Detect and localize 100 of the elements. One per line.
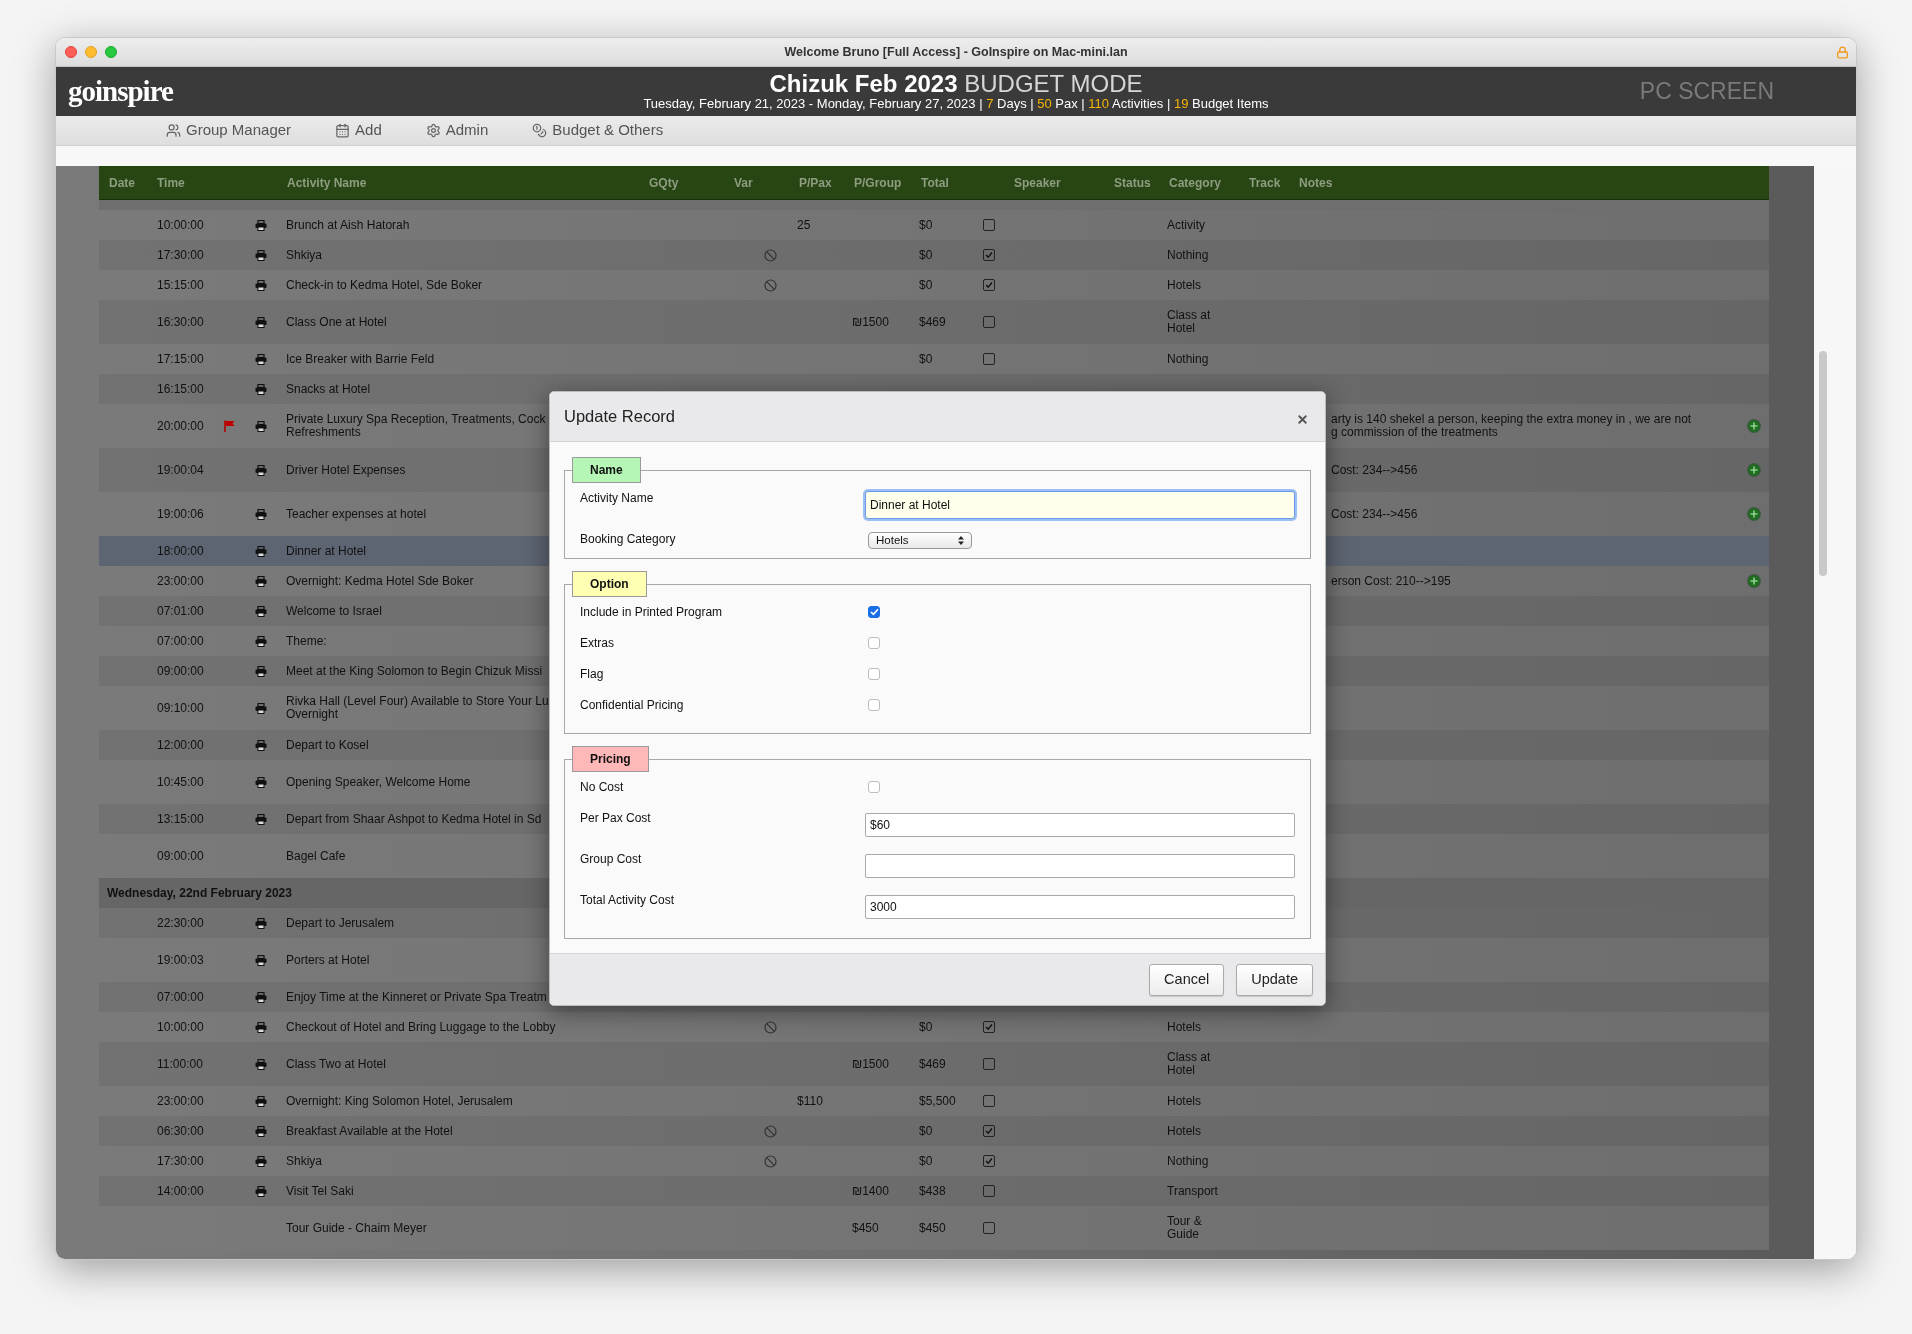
table-cell: 07:01:00 <box>157 603 204 618</box>
field-label: No Cost <box>580 779 625 795</box>
table-cell: 19:00:06 <box>157 506 204 521</box>
table-cell: 12:00:00 <box>157 737 204 752</box>
table-cell-text: Class at Hotel <box>1167 1051 1212 1077</box>
table-cell: 23:00:00 <box>157 573 204 588</box>
table-cell: 10:45:00 <box>157 774 204 789</box>
table-cell: Porters at Hotel <box>286 953 370 967</box>
table-cell-text: Transport <box>1167 1184 1219 1198</box>
table-cell-text: Hotels <box>1167 1124 1202 1138</box>
table-cell-text: Cost: 234-->456 <box>1331 463 1419 477</box>
table-cell: Theme: <box>286 634 327 648</box>
header-subtitle: Tuesday, February 21, 2023 - Monday, February 27, 2023 | 7 Days | 50 Pax | 110 Activities | 19 Budget Items <box>643 96 1269 112</box>
table-cell: 19:00:04 <box>157 462 204 477</box>
table-cell: Rivka Hall (Level Four) Available to Store Your Lu Overnight <box>286 695 549 721</box>
field-label: Extras <box>580 635 615 651</box>
table-cell: 19:00:03 <box>157 952 204 967</box>
table-cell: Dinner at Hotel <box>286 544 367 558</box>
table-cell: Driver Hotel Expenses <box>286 463 406 477</box>
table-cell: 09:00:00 <box>157 848 204 863</box>
table-cell: $5,500 <box>919 1093 956 1108</box>
table-cell: 14:00:00 <box>157 1183 204 1198</box>
table-cell: $0 <box>919 277 933 292</box>
header-title: Chizuk Feb 2023 BUDGET MODE <box>769 71 1143 96</box>
table-cell-text: erson Cost: 210-->195 <box>1331 574 1452 588</box>
table-cell: Overnight: King Solomon Hotel, Jerusalem <box>286 1094 513 1108</box>
table-cell: 16:30:00 <box>157 314 204 329</box>
table-cell: 16:15:00 <box>157 381 204 396</box>
table-cell: Breakfast Available at the Hotel <box>286 1124 453 1138</box>
table-cell-text: Nothing <box>1167 352 1210 366</box>
table-cell-text: Hotels <box>1167 1094 1202 1108</box>
field-label: Total Activity Cost <box>580 892 676 908</box>
table-cell: Class One at Hotel <box>286 315 387 329</box>
table-cell: Meet at the King Solomon to Begin Chizuk Missi <box>286 664 543 678</box>
table-cell: 22:30:00 <box>157 915 204 930</box>
table-cell: Class Two at Hotel <box>286 1057 386 1071</box>
table-cell: 17:30:00 <box>157 247 204 262</box>
table-cell: $0 <box>919 1019 933 1034</box>
table-cell: Depart from Shaar Ashpot to Kedma Hotel in Sd <box>286 812 542 826</box>
table-cell: $0 <box>919 217 933 232</box>
table-cell-text: Hotels <box>1167 278 1202 292</box>
table-cell: Overnight: Kedma Hotel Sde Boker <box>286 574 474 588</box>
table-cell: Private Luxury Spa Reception, Treatments, Cock Refreshments <box>286 413 546 439</box>
table-cell: 09:10:00 <box>157 700 204 715</box>
table-cell: $0 <box>919 1153 933 1168</box>
table-cell-text: Activity <box>1167 218 1206 232</box>
field-label: Confidential Pricing <box>580 697 685 713</box>
table-cell: 11:00:00 <box>157 1056 203 1071</box>
table-cell: $469 <box>919 1056 946 1071</box>
table-cell: Shkiya <box>286 1154 323 1168</box>
table-cell: Depart to Jerusalem <box>286 916 395 930</box>
dialog-title: Update Record <box>564 406 675 428</box>
table-cell: $438 <box>919 1183 946 1198</box>
table-cell: 07:00:00 <box>157 633 204 648</box>
table-cell: Visit Tel Saki <box>286 1184 354 1198</box>
table-cell: $450 <box>852 1220 879 1235</box>
table-cell-text: Cost: 234-->456 <box>1331 507 1419 521</box>
group-heading: Wednesday, 22nd February 2023 <box>107 885 292 902</box>
table-cell: 06:30:00 <box>157 1123 204 1138</box>
section-legend: Name <box>572 457 641 483</box>
table-cell: 17:15:00 <box>157 351 204 366</box>
table-cell: Brunch at Aish Hatorah <box>286 218 410 232</box>
section-legend: Pricing <box>572 746 649 772</box>
table-cell: 10:00:00 <box>157 217 204 232</box>
table-cell-text: Hotels <box>1167 1020 1202 1034</box>
table-cell: 07:00:00 <box>157 989 204 1004</box>
table-cell: Checkout of Hotel and Bring Luggage to the Lobby <box>286 1020 556 1034</box>
table-cell: 13:15:00 <box>157 811 204 826</box>
table-cell: Teacher expenses at hotel <box>286 507 427 521</box>
field-label: Activity Name <box>580 490 655 506</box>
table-cell: ₪1500 <box>852 314 889 329</box>
table-cell: 17:30:00 <box>157 1153 204 1168</box>
table-cell-text: arty is 140 shekel a person, keeping the extra money in , we are not g commission of the treatments <box>1331 413 1693 439</box>
table-cell: Ice Breaker with Barrie Feld <box>286 352 435 366</box>
field-label: Include in Printed Program <box>580 604 724 620</box>
table-cell: Bagel Cafe <box>286 849 346 863</box>
table-cell: Snacks at Hotel <box>286 382 371 396</box>
table-cell: Enjoy Time at the Kinneret or Private Spa Treatm <box>286 990 547 1004</box>
table-cell: Check-in to Kedma Hotel, Sde Boker <box>286 278 483 292</box>
table-cell-text: Nothing <box>1167 248 1210 262</box>
table-cell: Welcome to Israel <box>286 604 382 618</box>
field-label: Per Pax Cost <box>580 810 652 826</box>
table-cell: $450 <box>919 1220 946 1235</box>
table-cell-text: Class at Hotel <box>1167 309 1212 335</box>
table-cell-text: Nothing <box>1167 1154 1210 1168</box>
window-title: Welcome Bruno [Full Access] - GoInspire on Mac-mini.lan <box>784 43 1128 61</box>
table-cell: Depart to Kosel <box>286 738 369 752</box>
table-cell: $0 <box>919 1123 933 1138</box>
table-cell: ₪1500 <box>852 1056 889 1071</box>
table-cell: 10:00:00 <box>157 1019 204 1034</box>
table-cell: $0 <box>919 247 933 262</box>
table-cell: 09:00:00 <box>157 663 204 678</box>
table-cell: 15:15:00 <box>157 277 204 292</box>
screen-label: PC SCREEN <box>1639 77 1774 107</box>
table-cell: 25 <box>797 217 811 232</box>
table-cell: $469 <box>919 314 946 329</box>
table-cell: Opening Speaker, Welcome Home <box>286 775 471 789</box>
table-cell: Tour Guide - Chaim Meyer <box>286 1221 427 1235</box>
table-cell: 20:00:00 <box>157 418 204 433</box>
table-cell: $0 <box>919 351 933 366</box>
